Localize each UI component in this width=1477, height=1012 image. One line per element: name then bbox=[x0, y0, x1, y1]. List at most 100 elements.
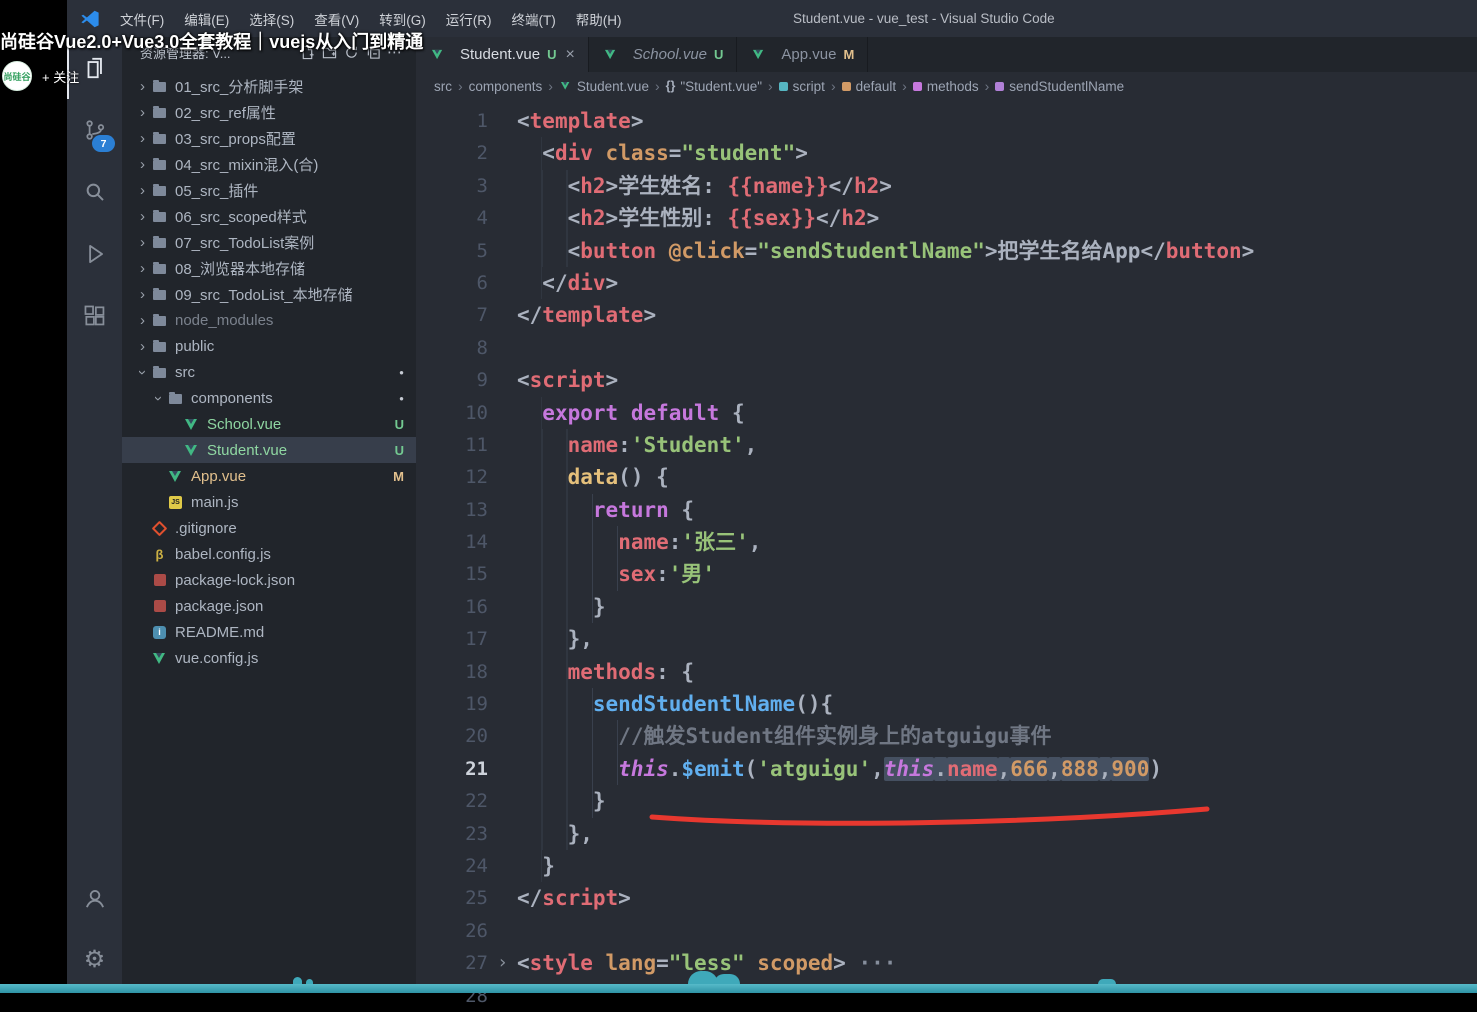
tree-item[interactable]: › 05_src_插件 bbox=[122, 177, 416, 203]
code-line[interactable]: 21 this.$emit('atguigu',this.name,666,888… bbox=[416, 752, 1477, 786]
tree-item[interactable]: › 01_src_分析脚手架 bbox=[122, 73, 416, 99]
breadcrumb-item[interactable]: methods bbox=[912, 79, 979, 94]
code-line[interactable]: 17}, bbox=[416, 623, 1477, 656]
token: data bbox=[567, 465, 619, 490]
close-icon[interactable]: × bbox=[565, 46, 574, 64]
line-number: 6 bbox=[476, 271, 488, 294]
token: </ bbox=[816, 206, 842, 231]
git-badge: ● bbox=[399, 393, 404, 403]
code-line[interactable]: 9 <script> bbox=[416, 364, 1477, 396]
code-line[interactable]: 14 name:'张三', bbox=[416, 526, 1477, 559]
code-line[interactable]: 20 //触发Student组件实例身上的atguigu事件 bbox=[416, 720, 1477, 753]
code-line[interactable]: 26 bbox=[416, 915, 1477, 947]
line-number: 11 bbox=[465, 433, 488, 456]
code-line[interactable]: 27 › <style lang="less" scoped> ··· bbox=[416, 947, 1477, 979]
code-line[interactable]: 18 methods: { bbox=[416, 655, 1477, 689]
tree-item[interactable]: › 09_src_TodoList_本地存储 bbox=[122, 281, 416, 307]
tree-item[interactable]: › 04_src_mixin混入(合) bbox=[122, 151, 416, 177]
tree-item[interactable]: › src ● bbox=[122, 359, 416, 385]
tree-item[interactable]: package.json bbox=[122, 593, 416, 619]
code-line[interactable]: 12 data() { bbox=[416, 461, 1477, 494]
tab-school-vue[interactable]: School.vue U bbox=[588, 37, 738, 72]
account-icon[interactable] bbox=[67, 867, 122, 929]
chevron-icon: › bbox=[150, 395, 167, 401]
code-line[interactable]: 25 </script> bbox=[416, 882, 1477, 914]
menu-item[interactable]: 终端(T) bbox=[503, 5, 565, 33]
code-editor[interactable]: 1 <template> 2 <div class="student"> 3 <h2>学生… bbox=[416, 100, 1477, 1012]
tab-app-vue[interactable]: App.vue M bbox=[737, 37, 869, 72]
settings-gear-icon[interactable]: ⚙ bbox=[67, 929, 122, 991]
run-debug-icon[interactable] bbox=[67, 223, 122, 285]
breadcrumb-item[interactable]: components bbox=[469, 79, 543, 94]
code-text: name:'Student', bbox=[517, 428, 1477, 462]
tree-item[interactable]: Student.vue U bbox=[122, 437, 416, 463]
tree-item[interactable]: › public bbox=[122, 333, 416, 359]
code-line[interactable]: 5 <button @click="sendStudentlName">把学生名给… bbox=[416, 234, 1477, 267]
line-number: 26 bbox=[465, 919, 488, 942]
tree-item[interactable]: › 02_src_ref属性 bbox=[122, 99, 416, 125]
tree-item[interactable]: README.md bbox=[122, 619, 416, 645]
breadcrumb-item[interactable]: sendStudentlName bbox=[995, 79, 1124, 94]
tab-student-vue[interactable]: Student.vue U × bbox=[416, 37, 589, 72]
tree-item[interactable]: › 07_src_TodoList案例 bbox=[122, 229, 416, 255]
tree-item[interactable]: › 06_src_scoped样式 bbox=[122, 203, 416, 229]
breadcrumb-item[interactable]: src bbox=[434, 79, 452, 94]
code-line[interactable]: 13 return { bbox=[416, 493, 1477, 527]
code-line[interactable]: 1 <template> bbox=[416, 105, 1477, 137]
video-progress-bar[interactable] bbox=[0, 984, 1477, 993]
tree-item[interactable]: vue.config.js bbox=[122, 645, 416, 671]
menu-item[interactable]: 帮助(H) bbox=[567, 5, 631, 33]
line-number: 4 bbox=[476, 207, 488, 230]
code-text: sendStudentlName(){ bbox=[517, 688, 1477, 721]
code-line[interactable]: 10 export default { bbox=[416, 396, 1477, 429]
video-frame: { "overlay": { "video_title": "尚硅谷Vue2.0… bbox=[0, 0, 1477, 1007]
code-line[interactable]: 22} bbox=[416, 785, 1477, 818]
menu-item[interactable]: 运行(R) bbox=[437, 5, 501, 33]
vue-icon bbox=[151, 652, 168, 664]
tree-item[interactable]: › 03_src_props配置 bbox=[122, 125, 416, 151]
code-line[interactable]: 4 <h2>学生性别: {{sex}}</h2> bbox=[416, 202, 1477, 235]
tree-item[interactable]: .gitignore bbox=[122, 515, 416, 541]
search-icon[interactable] bbox=[67, 161, 122, 223]
tree-item[interactable]: › node_modules bbox=[122, 307, 416, 333]
code-line[interactable]: 19 sendStudentlName(){ bbox=[416, 688, 1477, 721]
js-icon bbox=[167, 495, 184, 509]
code-line[interactable]: 6 </div> bbox=[416, 266, 1477, 300]
indent-guide bbox=[517, 558, 619, 591]
token: h2 bbox=[841, 206, 867, 231]
extensions-icon[interactable] bbox=[67, 285, 122, 347]
tree-item[interactable]: School.vue U bbox=[122, 411, 416, 437]
code-line[interactable]: 23}, bbox=[416, 817, 1477, 850]
token: class bbox=[605, 141, 669, 166]
code-text: <script> bbox=[517, 364, 1477, 396]
tree-item[interactable]: App.vue M bbox=[122, 463, 416, 489]
code-line[interactable]: 2 <div class="student"> bbox=[416, 137, 1477, 170]
token: { bbox=[668, 497, 695, 522]
breadcrumb-item[interactable]: default bbox=[841, 79, 896, 94]
tree-item[interactable]: babel.config.js bbox=[122, 541, 416, 567]
tree-item[interactable]: package-lock.json bbox=[122, 567, 416, 593]
breadcrumb-item[interactable]: {} "Student.vue" bbox=[666, 79, 762, 94]
token: (){ bbox=[795, 692, 834, 717]
code-line[interactable]: 16} bbox=[416, 590, 1477, 624]
avatar[interactable]: 尚硅谷 bbox=[2, 61, 32, 91]
code-line[interactable]: 11 name:'Student', bbox=[416, 428, 1477, 462]
breadcrumb-item[interactable]: script bbox=[778, 79, 825, 94]
line-number: 12 bbox=[465, 466, 488, 489]
code-line[interactable]: 3 <h2>学生姓名: {{name}}</h2> bbox=[416, 169, 1477, 203]
follow-button[interactable]: + 关注 bbox=[42, 67, 79, 86]
source-control-icon[interactable]: 7 bbox=[67, 99, 122, 161]
breadcrumb-item[interactable]: Student.vue bbox=[559, 79, 649, 94]
code-line[interactable]: 8 bbox=[416, 332, 1477, 364]
token: , bbox=[1098, 756, 1112, 781]
tree-item[interactable]: main.js bbox=[122, 489, 416, 515]
code-line[interactable]: 7 </template> bbox=[416, 299, 1477, 331]
code-line[interactable]: 15 sex:'男' bbox=[416, 558, 1477, 591]
tree-item[interactable]: › components ● bbox=[122, 385, 416, 411]
tree-item[interactable]: › 08_浏览器本地存储 bbox=[122, 255, 416, 281]
code-line[interactable]: 24} bbox=[416, 849, 1477, 883]
token: name bbox=[567, 432, 619, 457]
